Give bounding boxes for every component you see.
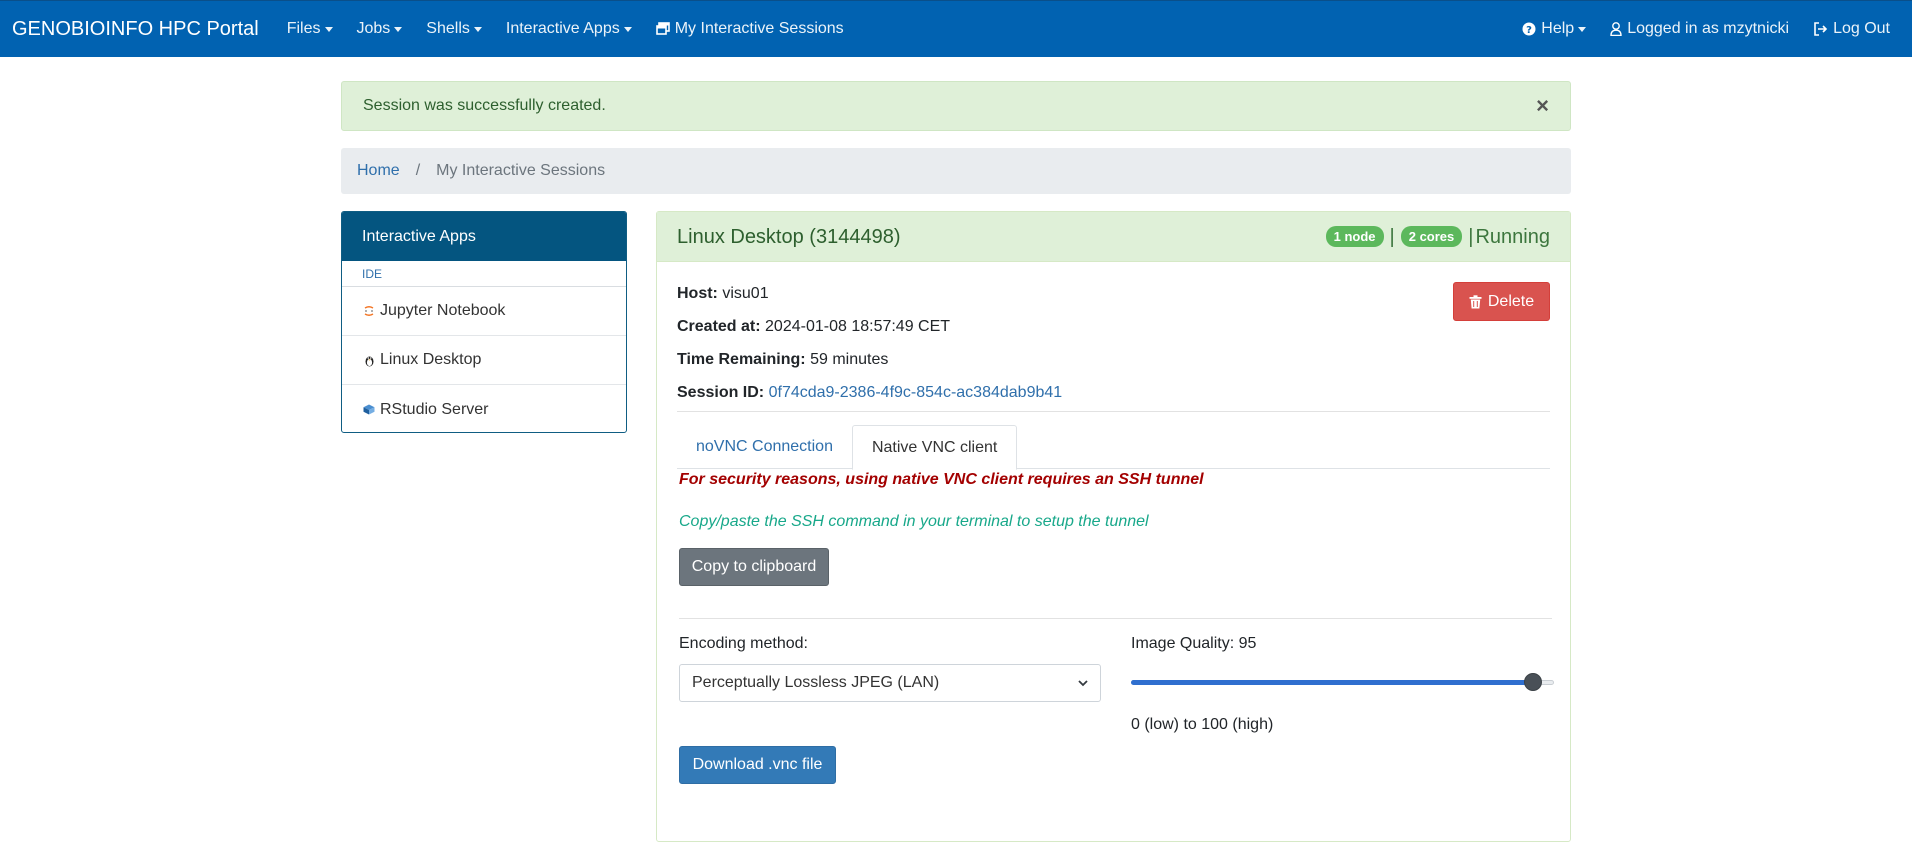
- caret-down-icon: [623, 27, 632, 32]
- image-quality-range-note: 0 (low) to 100 (high): [1131, 716, 1274, 733]
- linux-penguin-icon: [362, 354, 376, 367]
- host-row: Host: visu01: [677, 282, 769, 306]
- caret-down-icon: [1578, 27, 1587, 32]
- slider-fill: [1131, 680, 1533, 685]
- ssh-hint-text: Copy/paste the SSH command in your termi…: [679, 513, 1149, 530]
- success-alert: Session was successfully created. ×: [341, 81, 1571, 131]
- nav-files-label: Files: [286, 20, 321, 37]
- created-value: 2024-01-08 18:57:49 CET: [765, 318, 951, 335]
- download-vnc-file-button[interactable]: Download .vnc file: [679, 746, 836, 784]
- caret-down-icon: [324, 27, 333, 32]
- nav-jobs-label: Jobs: [356, 20, 391, 37]
- session-card-header: Linux Desktop (3144498) 1 node | 2 cores…: [657, 212, 1570, 262]
- image-quality-label: Image Quality: 95: [1131, 635, 1257, 652]
- user-icon: [1610, 22, 1622, 36]
- nav-logout-label: Log Out: [1833, 20, 1890, 37]
- nav-help-menu[interactable]: ? Help: [1510, 17, 1598, 41]
- nav-shells-label: Shells: [426, 20, 470, 37]
- encoding-method-label: Encoding method:: [679, 635, 808, 652]
- breadcrumb-current: My Interactive Sessions: [436, 162, 606, 179]
- sidebar-group-ide: IDE: [342, 261, 626, 287]
- encoding-method-select[interactable]: Perceptually Lossless JPEG (LAN): [679, 664, 1101, 702]
- nav-user-status: Logged in as mzytnicki: [1598, 17, 1801, 41]
- session-status-group: 1 node | 2 cores | Running: [1322, 222, 1550, 252]
- sidebar-item-label: Jupyter Notebook: [380, 302, 506, 319]
- sidebar-title: Interactive Apps: [342, 212, 626, 261]
- caret-down-icon: [473, 27, 482, 32]
- slider-thumb[interactable]: [1523, 673, 1542, 691]
- nav-my-sessions-label: My Interactive Sessions: [674, 20, 844, 37]
- status-separator: |: [1389, 225, 1395, 248]
- chevron-down-icon: [1078, 679, 1088, 687]
- tab-native-vnc-client[interactable]: Native VNC client: [851, 425, 1018, 470]
- ssh-warning-text: For security reasons, using native VNC c…: [679, 471, 1204, 488]
- nav-help-label: Help: [1541, 20, 1575, 37]
- connection-tabs: noVNC Connection Native VNC client: [677, 425, 1550, 470]
- delete-session-button[interactable]: Delete: [1453, 282, 1550, 321]
- alert-message: Session was successfully created.: [363, 97, 606, 114]
- session-status: Running: [1475, 225, 1550, 248]
- session-id-link[interactable]: 0f74cda9-2386-4f9c-854c-ac384dab9b41: [769, 384, 1063, 401]
- sidebar-item-linux-desktop[interactable]: Linux Desktop: [342, 336, 626, 385]
- breadcrumb-separator: /: [415, 162, 421, 179]
- session-card: Linux Desktop (3144498) 1 node | 2 cores…: [656, 211, 1571, 842]
- copy-to-clipboard-button[interactable]: Copy to clipboard: [679, 548, 829, 586]
- nodes-badge: 1 node: [1325, 225, 1384, 248]
- nav-left: Files Jobs Shells Interactive Apps My In…: [275, 17, 856, 41]
- time-remaining-row: Time Remaining: 59 minutes: [677, 348, 888, 372]
- image-quality-slider[interactable]: [1131, 670, 1554, 694]
- nav-interactive-apps-menu[interactable]: Interactive Apps: [494, 17, 644, 41]
- trash-icon: [1469, 294, 1482, 309]
- nav-files-menu[interactable]: Files: [275, 17, 345, 41]
- time-remaining-value: 59 minutes: [810, 351, 889, 368]
- nav-jobs-menu[interactable]: Jobs: [345, 17, 415, 41]
- cores-badge: 2 cores: [1400, 225, 1463, 248]
- nav-my-sessions-link[interactable]: My Interactive Sessions: [644, 17, 856, 41]
- breadcrumb: Home / My Interactive Sessions: [341, 148, 1571, 194]
- top-navbar: GENOBIOINFO HPC Portal Files Jobs Shells…: [0, 0, 1912, 57]
- divider: [679, 618, 1552, 619]
- windows-icon: [655, 22, 670, 36]
- rstudio-icon: [362, 404, 376, 415]
- nav-user-label: Logged in as mzytnicki: [1627, 20, 1790, 37]
- encoding-method-value: Perceptually Lossless JPEG (LAN): [692, 674, 940, 691]
- nav-right: ? Help Logged in as mzytnicki Log Out: [1510, 17, 1902, 41]
- nav-shells-menu[interactable]: Shells: [414, 17, 494, 41]
- nav-interactive-apps-label: Interactive Apps: [505, 20, 620, 37]
- session-title: Linux Desktop (3144498): [677, 225, 901, 248]
- session-id-label: Session ID:: [677, 384, 765, 401]
- interactive-apps-sidebar: Interactive Apps IDE Jupyter Notebook Li…: [341, 211, 627, 433]
- sidebar-item-rstudio-server[interactable]: RStudio Server: [342, 385, 626, 432]
- breadcrumb-home-link[interactable]: Home: [357, 159, 400, 183]
- sidebar-item-jupyter-notebook[interactable]: Jupyter Notebook: [342, 287, 626, 336]
- created-label: Created at:: [677, 318, 761, 335]
- sidebar-item-label: Linux Desktop: [380, 351, 482, 368]
- session-id-row: Session ID: 0f74cda9-2386-4f9c-854c-ac38…: [677, 381, 1062, 405]
- status-separator: |: [1468, 225, 1474, 248]
- host-value: visu01: [722, 285, 769, 302]
- logout-icon: [1813, 22, 1828, 36]
- tab-novnc-connection[interactable]: noVNC Connection: [677, 425, 852, 469]
- created-row: Created at: 2024-01-08 18:57:49 CET: [677, 315, 950, 339]
- jupyter-icon: [362, 305, 376, 317]
- brand-link[interactable]: GENOBIOINFO HPC Portal: [10, 14, 259, 44]
- question-circle-icon: ?: [1522, 22, 1536, 36]
- sidebar-item-label: RStudio Server: [380, 400, 489, 418]
- nav-logout-link[interactable]: Log Out: [1801, 17, 1902, 41]
- time-remaining-label: Time Remaining:: [677, 351, 806, 368]
- host-label: Host:: [677, 285, 718, 302]
- svg-text:?: ?: [1526, 25, 1532, 36]
- close-icon[interactable]: ×: [1536, 95, 1549, 117]
- delete-label: Delete: [1487, 292, 1535, 310]
- divider: [677, 411, 1550, 412]
- caret-down-icon: [394, 27, 403, 32]
